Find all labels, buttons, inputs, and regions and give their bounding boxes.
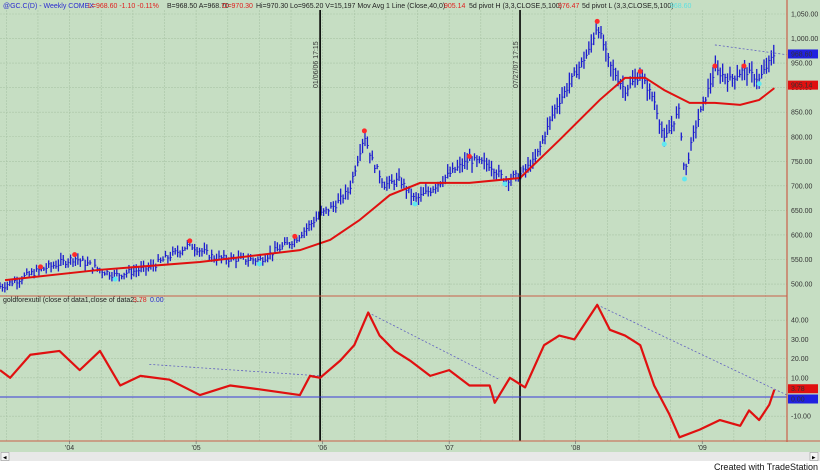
last-price-label: 968.60: [791, 51, 813, 58]
price-axis-label: 750.00: [791, 159, 813, 166]
time-axis-label: '09: [698, 445, 707, 452]
scroll-right-icon: ▸: [812, 455, 816, 462]
pivot-high-marker: [594, 18, 600, 24]
pivot-high-marker: [466, 153, 472, 159]
scroll-left-icon: ◂: [3, 455, 7, 462]
pivot-low-marker: [682, 176, 688, 182]
event-line-label: 01/06/06 17:15: [313, 41, 320, 88]
pivot-high-marker: [72, 252, 78, 258]
osc-axis-label: 30.00: [791, 337, 809, 344]
price-axis-label: 550.00: [791, 257, 813, 264]
price-axis-label: 1,000.00: [791, 36, 818, 43]
pivot-low-marker: [756, 81, 762, 87]
time-axis-label: '05: [192, 445, 201, 452]
credit-text: Created with TradeStation: [714, 462, 818, 471]
pivot-low-marker: [502, 181, 508, 187]
pivot-h-value: 976.47: [558, 3, 580, 10]
pivot-high-marker: [637, 68, 643, 74]
time-axis-label: '07: [445, 445, 454, 452]
oscillator-header: goldforexutil (close of data1,close of d…: [3, 297, 164, 304]
last-price: L=968.60 -1.10 -0.11%: [88, 3, 159, 10]
osc-axis-label: 40.00: [791, 318, 809, 325]
pivot-low-marker: [412, 201, 418, 207]
event-line-label: 07/27/07 17:15: [513, 41, 520, 88]
tradestation-chart: 01/06/06 17:15 07/27/07 17:15 1,050.00 1,0…: [0, 0, 820, 471]
price-axis-label: 600.00: [791, 232, 813, 239]
osc-axis-label: 10.00: [791, 375, 809, 382]
pivot-high-marker: [37, 264, 43, 270]
pivot-low-marker: [661, 141, 667, 147]
pivot-h-label: 5d pivot H (3,3,CLOSE,5,100): [469, 3, 562, 10]
pivot-l-value: 968.60: [670, 3, 692, 10]
time-axis-label: '04: [65, 445, 74, 452]
pivot-high-marker: [741, 63, 747, 69]
osc-axis-label: 20.00: [791, 356, 809, 363]
chart-background: [0, 0, 820, 471]
oscillator-label: goldforexutil (close of data1,close of d…: [3, 297, 142, 304]
price-axis-label: 850.00: [791, 110, 813, 117]
zero-value-label: 0.00: [791, 397, 805, 404]
price-header: @GC.C(D) - Weekly COMEX L=968.60 -1.10 -…: [3, 3, 692, 10]
hilo-volume: Hi=970.30 Lo=965.20 V=15,197 Mov Avg 1 L…: [256, 3, 445, 10]
pivot-l-label: 5d pivot L (3,3,CLOSE,5,100): [582, 3, 674, 10]
pivot-high-marker: [187, 238, 193, 244]
osc-axis-label: -10.00: [791, 414, 811, 421]
symbol-label: @GC.C(D) - Weekly COMEX: [3, 3, 94, 10]
bid-ask: B=968.50 A=968.70: [167, 3, 229, 10]
time-axis-label: '06: [318, 445, 327, 452]
footer-bar: [0, 461, 820, 471]
horizontal-scrollbar[interactable]: [0, 452, 820, 461]
price-axis-label: 650.00: [791, 208, 813, 215]
zero-value: 0.00: [150, 297, 164, 304]
price-axis-label: 700.00: [791, 183, 813, 190]
ma-value: 905.14: [444, 3, 466, 10]
time-axis-label: '08: [571, 445, 580, 452]
pivot-high-marker: [712, 63, 718, 69]
open-price: O=970.30: [222, 3, 253, 10]
price-axis-label: 950.00: [791, 61, 813, 68]
pivot-low-marker: [256, 261, 262, 267]
ma-price-label: 905.14: [791, 83, 813, 90]
price-axis-label: 500.00: [791, 282, 813, 289]
oscillator-value: 3.78: [133, 297, 147, 304]
pivot-low-marker: [112, 276, 118, 282]
price-axis-label: 1,050.00: [791, 12, 818, 19]
price-axis-label: 800.00: [791, 134, 813, 141]
pivot-high-marker: [292, 233, 298, 239]
osc-value-label: 3.78: [791, 386, 805, 393]
pivot-high-marker: [361, 128, 367, 134]
